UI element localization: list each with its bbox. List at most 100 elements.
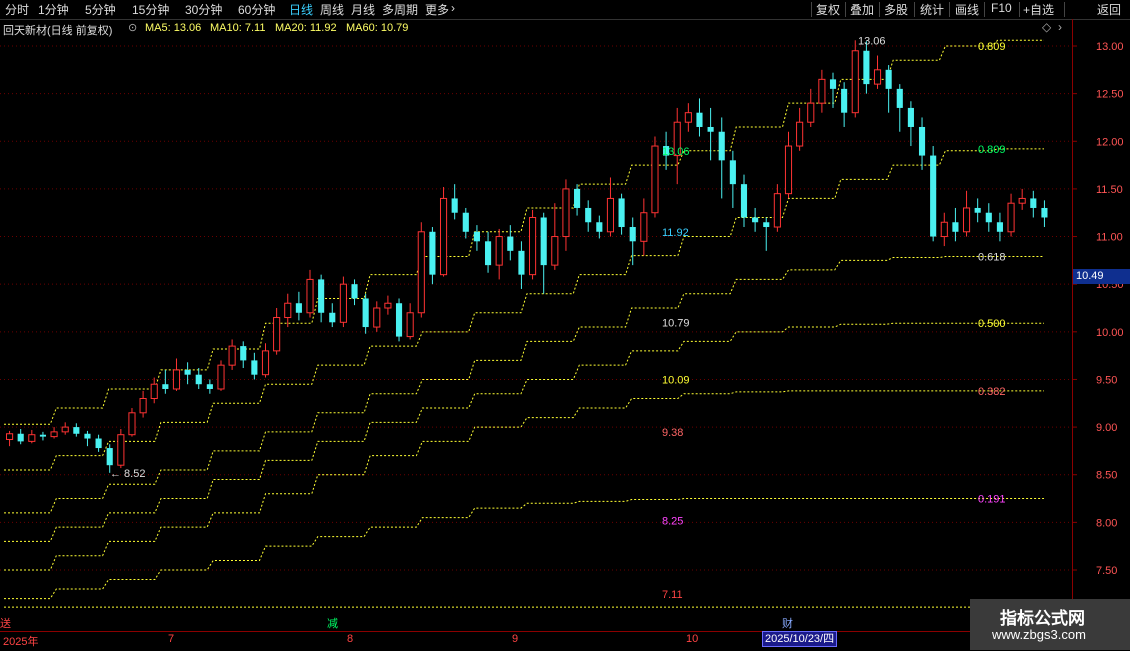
- candle-body: [796, 121, 804, 147]
- add-watchlist-button[interactable]: +自选: [1023, 1, 1054, 18]
- candle-body: [651, 145, 659, 214]
- tab-multi-period[interactable]: 多周期: [382, 1, 418, 18]
- chevron-right-icon[interactable]: ›: [1058, 20, 1062, 34]
- candle-body: [318, 279, 325, 313]
- annotation-label: 0.618: [978, 252, 1006, 264]
- candle-body: [952, 222, 959, 232]
- candle-body: [985, 212, 992, 223]
- kline-chart[interactable]: 13.0012.5012.0011.5011.0010.5010.009.509…: [0, 19, 1130, 631]
- marker-left[interactable]: 送: [0, 615, 11, 631]
- candle-body: [139, 398, 147, 414]
- candle-body: [518, 250, 525, 275]
- candle-body: [996, 222, 1003, 232]
- candle-body: [773, 193, 781, 228]
- candle-body: [629, 227, 636, 242]
- candle-body: [17, 433, 24, 442]
- tab-weekly[interactable]: 周线: [320, 1, 344, 18]
- candle-body: [429, 231, 436, 275]
- annotation-label: 0.382: [978, 386, 1006, 398]
- marker-finance[interactable]: 财: [782, 615, 793, 631]
- back-button[interactable]: 返回: [1097, 1, 1121, 18]
- annotation-label: 13.06: [662, 146, 690, 158]
- y-tick-label: 9.50: [1096, 374, 1117, 386]
- y-tick-label: 10.00: [1096, 327, 1124, 339]
- date-axis: 2025年 7 8 9 10: [0, 631, 1072, 651]
- candle-body: [930, 155, 937, 237]
- overlay-button[interactable]: 叠加: [850, 1, 874, 18]
- y-tick-label: 8.50: [1096, 470, 1117, 482]
- dropdown-icon[interactable]: ⊙: [128, 21, 137, 34]
- y-tick-label: 8.00: [1096, 517, 1117, 529]
- candle-body: [251, 360, 258, 375]
- candle-body: [562, 188, 570, 238]
- annotation-label: 0.500: [978, 318, 1006, 330]
- candle-body: [495, 236, 503, 266]
- candle-body: [918, 126, 926, 156]
- candle-body: [885, 69, 892, 89]
- tab-daily[interactable]: 日线: [289, 1, 313, 18]
- candle-body: [962, 207, 971, 233]
- date-label-sep: 9: [512, 633, 519, 645]
- tab-30min[interactable]: 30分钟: [185, 1, 222, 18]
- candle-body: [106, 448, 113, 466]
- date-label-year: 2025年: [3, 636, 39, 648]
- candle-body: [61, 426, 69, 433]
- draw-line-button[interactable]: 画线: [955, 1, 979, 18]
- ma10-value: MA10: 7.11: [210, 22, 266, 34]
- f10-button[interactable]: F10: [991, 1, 1012, 15]
- candle-body: [295, 303, 302, 313]
- tab-15min[interactable]: 15分钟: [132, 1, 169, 18]
- candle-body: [384, 302, 392, 309]
- tab-5min[interactable]: 5分钟: [85, 1, 116, 18]
- candle-body: [729, 160, 736, 185]
- annotation-label: 10.79: [662, 317, 690, 329]
- tab-more[interactable]: 更多: [425, 1, 449, 18]
- candle-body: [851, 50, 859, 114]
- ma5-value: MA5: 13.06: [145, 22, 202, 34]
- candle-body: [184, 369, 191, 375]
- candle-body: [451, 198, 458, 213]
- candle-body: [39, 434, 47, 437]
- tab-1min[interactable]: 1分钟: [38, 1, 69, 18]
- annotation-label: 7.11: [662, 589, 683, 601]
- candle-body: [974, 207, 981, 213]
- candle-body: [84, 433, 91, 439]
- candle-body: [873, 69, 882, 85]
- tab-monthly[interactable]: 月线: [351, 1, 375, 18]
- candle-body: [351, 284, 358, 299]
- candle-body: [273, 317, 281, 352]
- candle-body: [574, 188, 581, 208]
- candle-body: [395, 303, 403, 337]
- crosshair-date: 2025/10/23/四: [762, 631, 838, 647]
- restore-rights-button[interactable]: 复权: [816, 1, 840, 18]
- multi-stock-button[interactable]: 多股: [884, 1, 908, 18]
- candle-body: [339, 283, 347, 323]
- candle-body: [362, 298, 369, 328]
- marker-reduce[interactable]: 减: [327, 615, 338, 631]
- tab-60min[interactable]: 60分钟: [238, 1, 275, 18]
- candle-body: [784, 145, 793, 195]
- candle-body: [6, 433, 14, 440]
- y-tick-label: 12.00: [1096, 136, 1124, 148]
- candle-body: [406, 312, 414, 338]
- ma20-value: MA20: 11.92: [275, 22, 337, 34]
- candle-body: [507, 236, 514, 251]
- candle-body: [306, 278, 314, 314]
- candle-body: [707, 126, 714, 132]
- fib-line-0.191: [4, 498, 1044, 600]
- tab-fenshi[interactable]: 分时: [5, 1, 29, 18]
- annotation-label: 11.92: [662, 227, 689, 239]
- candle-body: [373, 307, 381, 328]
- candle-body: [829, 79, 837, 89]
- statistics-button[interactable]: 统计: [920, 1, 944, 18]
- candle-body: [684, 112, 692, 123]
- candle-body: [95, 438, 102, 449]
- candle-body: [228, 345, 236, 366]
- candle-body: [50, 431, 58, 438]
- y-tick-label: 9.00: [1096, 422, 1117, 434]
- diamond-icon[interactable]: ◇: [1042, 20, 1051, 34]
- fib-line-0.382: [4, 390, 1044, 571]
- ma60-value: MA60: 10.79: [346, 22, 409, 34]
- candle-body: [718, 131, 725, 161]
- chevron-right-icon[interactable]: ›: [451, 1, 455, 15]
